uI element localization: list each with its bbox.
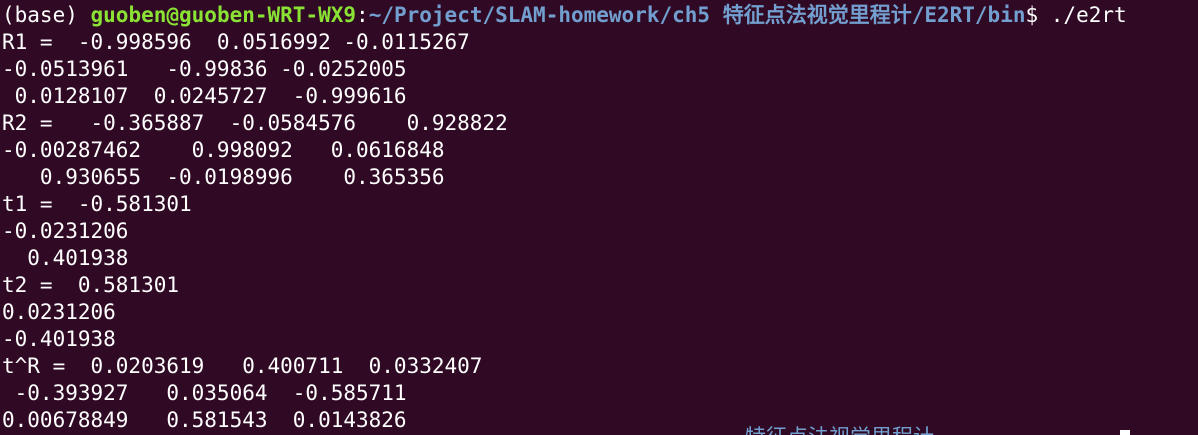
- output-line-r2-row3: 0.930655 -0.0198996 0.365356: [2, 165, 445, 189]
- output-line-t2-row3: -0.401938: [2, 327, 116, 351]
- ime-ghost-text: 特征点法视觉里程计: [745, 424, 934, 435]
- output-line-t1-row3: 0.401938: [2, 246, 129, 270]
- output-line-r1-row2: -0.0513961 -0.99836 -0.0252005: [2, 57, 407, 81]
- output-line-t2-row2: 0.0231206: [2, 300, 116, 324]
- output-line-t1-row2: -0.0231206: [2, 219, 129, 243]
- text-cursor: [1120, 430, 1130, 435]
- output-line-r1-row1: R1 = -0.998596 0.0516992 -0.0115267: [2, 30, 470, 54]
- output-line-r2-row1: R2 = -0.365887 -0.0584576 0.928822: [2, 111, 508, 135]
- conda-env-label: (base): [2, 3, 91, 27]
- output-line-t2-row1: t2 = 0.581301: [2, 273, 180, 297]
- working-directory-path: ~/Project/SLAM-homework/ch5 特征点法视觉里程计/E2…: [368, 3, 1026, 27]
- output-line-tr-row2: -0.393927 0.035064 -0.585711: [2, 381, 407, 405]
- prompt-separator: :: [356, 3, 369, 27]
- output-line-tr-row3: 0.00678849 0.581543 0.0143826: [2, 408, 407, 432]
- output-line-tr-row1: t^R = 0.0203619 0.400711 0.0332407: [2, 354, 483, 378]
- output-line-r1-row3: 0.0128107 0.0245727 -0.999616: [2, 84, 407, 108]
- prompt-line: (base) guoben@guoben-WRT-WX9:~/Project/S…: [2, 2, 1198, 29]
- user-host-label: guoben@guoben-WRT-WX9: [90, 3, 357, 27]
- command-text: ./e2rt: [1050, 3, 1127, 27]
- output-line-r2-row2: -0.00287462 0.998092 0.0616848: [2, 138, 445, 162]
- terminal-window[interactable]: (base) guoben@guoben-WRT-WX9:~/Project/S…: [0, 0, 1198, 435]
- prompt-symbol: $: [1025, 3, 1051, 27]
- output-line-t1-row1: t1 = -0.581301: [2, 192, 192, 216]
